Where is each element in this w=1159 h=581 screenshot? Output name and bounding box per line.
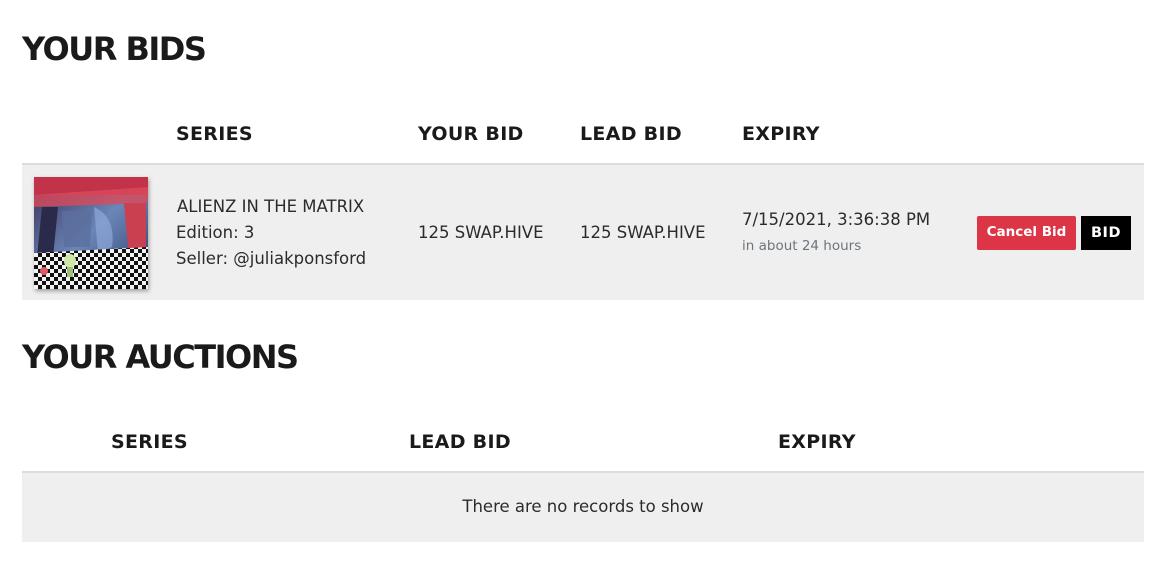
auctions-header-expiry[interactable]: EXPIRY [778,433,856,452]
bids-header-your-bid[interactable]: YOUR BID [418,125,524,144]
bids-header-series[interactable]: SERIES [176,125,253,144]
bids-header-expiry[interactable]: EXPIRY [742,125,820,144]
nft-artwork-thumbnail[interactable] [34,177,148,289]
your-bids-title: YOUR BIDS [22,30,207,68]
auctions-header-series[interactable]: SERIES [111,433,188,452]
empty-message: There are no records to show [462,497,704,516]
bid-edition: Edition: 3 [176,223,255,242]
cancel-bid-button[interactable]: Cancel Bid [977,216,1076,250]
your-auctions-title: YOUR AUCTIONS [22,338,299,376]
bid-lead-bid-value: 125 SWAP.HIVE [580,223,706,242]
nft-artwork-image [34,177,148,289]
bid-series-name[interactable]: ALIENZ IN THE MATRIX [177,198,364,216]
bid-button[interactable]: BID [1081,216,1131,250]
bids-header-lead-bid[interactable]: LEAD BID [580,125,682,144]
auctions-header-lead-bid[interactable]: LEAD BID [409,433,511,452]
bid-expiry-date: 7/15/2021, 3:36:38 PM [742,210,931,229]
bid-seller: Seller: @juliakponsford [176,249,367,268]
bid-your-bid-value: 125 SWAP.HIVE [418,223,544,242]
bid-expiry-relative: in about 24 hours [742,238,862,254]
